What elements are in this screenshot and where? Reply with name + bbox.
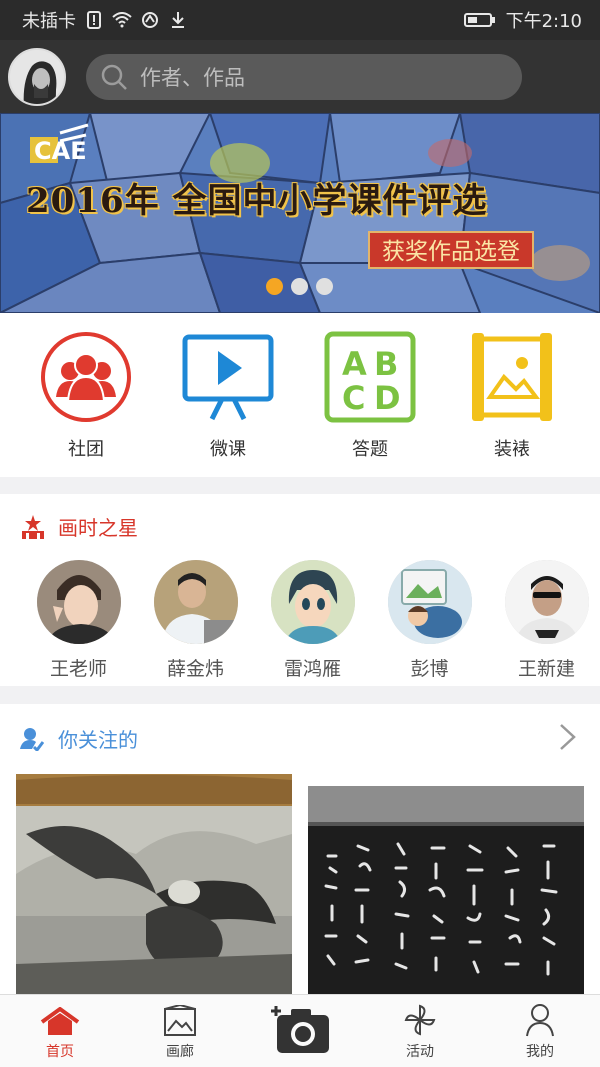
artist-item[interactable]: 王新建 bbox=[488, 560, 600, 681]
category-mounting[interactable]: 装裱 bbox=[441, 313, 583, 477]
group-icon bbox=[41, 332, 131, 422]
section-header: 画时之星 bbox=[20, 512, 138, 541]
category-menu: 社团 微课 A B C D 答题 装裱 bbox=[0, 313, 600, 477]
artist-avatar bbox=[153, 560, 238, 644]
vpn-icon bbox=[140, 10, 160, 30]
banner-pagination[interactable] bbox=[266, 278, 333, 295]
user-follow-icon bbox=[20, 727, 44, 751]
app-screen: 未插卡 下午2:10 作者、作品 CAE 2016年 全国中小学课件评选 获奖作… bbox=[0, 0, 600, 1067]
chevron-right-icon[interactable] bbox=[558, 722, 578, 752]
category-quiz[interactable]: A B C D 答题 bbox=[299, 313, 441, 477]
search-icon bbox=[101, 64, 127, 90]
artist-name: 雷鸿雁 bbox=[283, 658, 341, 680]
status-bar: 未插卡 下午2:10 bbox=[0, 0, 600, 40]
category-label: 社团 bbox=[68, 439, 104, 460]
category-microlesson[interactable]: 微课 bbox=[157, 313, 299, 477]
artist-name: 薛金炜 bbox=[166, 658, 224, 680]
following-section: 你关注的 bbox=[0, 704, 600, 1006]
clock-text: 下午2:10 bbox=[505, 11, 582, 32]
svg-text:A: A bbox=[342, 345, 367, 383]
artist-avatar bbox=[36, 560, 121, 644]
pagination-dot-2[interactable] bbox=[291, 278, 308, 295]
category-label: 答题 bbox=[352, 439, 388, 460]
pinwheel-icon bbox=[404, 1004, 436, 1036]
search-input[interactable]: 作者、作品 bbox=[86, 53, 522, 100]
section-header: 你关注的 bbox=[20, 724, 138, 753]
artist-avatar bbox=[387, 560, 472, 644]
home-icon bbox=[40, 1007, 80, 1035]
star-crown-icon bbox=[22, 514, 44, 539]
video-play-icon bbox=[182, 334, 274, 421]
tab-home[interactable]: 首页 bbox=[0, 995, 120, 1067]
artwork-calligraphy-image bbox=[308, 786, 584, 1006]
artist-item[interactable]: 薛金炜 bbox=[137, 560, 254, 681]
search-placeholder: 作者、作品 bbox=[140, 65, 245, 90]
artwork-card[interactable] bbox=[16, 774, 292, 1004]
artist-avatar bbox=[270, 560, 355, 644]
artist-name: 王老师 bbox=[49, 658, 107, 680]
top-header: 作者、作品 bbox=[0, 40, 600, 113]
artist-item[interactable]: 雷鸿雁 bbox=[254, 560, 371, 681]
banner-subtitle: 获奖作品选登 bbox=[368, 231, 534, 269]
user-avatar[interactable] bbox=[8, 47, 66, 106]
featured-artists-section: 画时之星 王老师 薛金炜 雷鸿雁 彭博 王新建 bbox=[0, 494, 600, 686]
section-title: 画时之星 bbox=[58, 516, 138, 540]
artist-avatar bbox=[504, 560, 589, 644]
sim-alert-icon bbox=[84, 10, 104, 30]
pagination-dot-3[interactable] bbox=[316, 278, 333, 295]
category-label: 装裱 bbox=[494, 439, 530, 460]
wifi-icon bbox=[112, 10, 132, 30]
tab-gallery[interactable]: 画廊 bbox=[120, 995, 240, 1067]
tab-profile[interactable]: 我的 bbox=[480, 995, 600, 1067]
frame-icon bbox=[472, 333, 552, 421]
tab-label: 画廊 bbox=[166, 1044, 194, 1060]
artist-name: 彭博 bbox=[410, 658, 449, 680]
svg-text:C: C bbox=[342, 379, 365, 417]
artist-item[interactable]: 彭博 bbox=[371, 560, 488, 681]
svg-text:D: D bbox=[374, 379, 401, 417]
category-club[interactable]: 社团 bbox=[15, 313, 157, 477]
gallery-icon bbox=[164, 1005, 196, 1036]
banner-title: 2016年 全国中小学课件评选 bbox=[26, 181, 488, 221]
download-icon bbox=[168, 10, 188, 30]
carrier-text: 未插卡 bbox=[22, 11, 76, 32]
category-label: 微课 bbox=[210, 439, 246, 460]
tab-label: 活动 bbox=[406, 1044, 434, 1060]
svg-text:B: B bbox=[374, 345, 398, 383]
bottom-tab-bar: 首页 画廊 活动 我的 bbox=[0, 994, 600, 1067]
tab-activities[interactable]: 活动 bbox=[360, 995, 480, 1067]
pagination-dot-1[interactable] bbox=[266, 278, 283, 295]
artist-name: 王新建 bbox=[517, 658, 575, 680]
artwork-card[interactable] bbox=[308, 786, 584, 1006]
tab-camera[interactable] bbox=[240, 995, 360, 1067]
cae-logo: CAE bbox=[30, 123, 90, 165]
camera-add-icon bbox=[271, 1006, 329, 1053]
promo-banner[interactable]: CAE 2016年 全国中小学课件评选 获奖作品选登 bbox=[0, 113, 600, 313]
section-title: 你关注的 bbox=[58, 728, 138, 752]
artist-item[interactable]: 王老师 bbox=[20, 560, 137, 681]
battery-icon bbox=[463, 10, 496, 30]
profile-icon bbox=[526, 1004, 554, 1037]
tab-label: 我的 bbox=[526, 1044, 554, 1060]
tab-label: 首页 bbox=[46, 1044, 74, 1060]
artist-list: 王老师 薛金炜 雷鸿雁 彭博 王新建 bbox=[20, 560, 600, 681]
artwork-eagles-image bbox=[16, 774, 292, 1004]
abcd-icon: A B C D bbox=[324, 331, 416, 423]
